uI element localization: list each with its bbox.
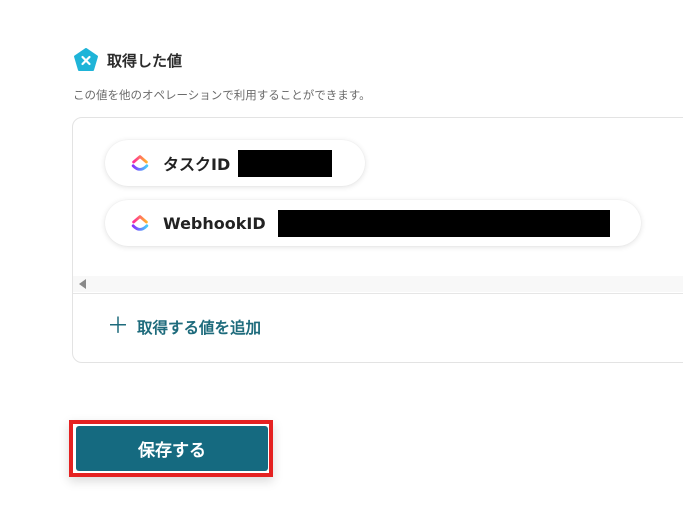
chip-label: WebhookID <box>163 213 266 233</box>
redacted-value <box>238 149 333 177</box>
save-button[interactable]: 保存する <box>76 426 268 471</box>
section-header: 取得した値 <box>73 47 182 73</box>
section-description: この値を他のオペレーションで利用することができます。 <box>73 88 371 102</box>
scroll-left-arrow-icon[interactable] <box>79 279 86 289</box>
obtained-values-panel: タスクID WebhookID ＋ 取得する値を追加 <box>72 117 683 363</box>
divider <box>73 293 683 294</box>
add-value-label: 取得する値を追加 <box>137 319 262 337</box>
clickup-logo-icon <box>131 215 149 231</box>
redacted-value <box>277 209 610 237</box>
section-title: 取得した値 <box>107 51 183 70</box>
pentagon-x-icon <box>74 48 98 71</box>
plus-icon: ＋ <box>107 314 130 339</box>
value-chip-task-id[interactable]: タスクID <box>105 140 365 186</box>
clickup-logo-icon <box>131 155 149 171</box>
value-chip-webhook-id[interactable]: WebhookID <box>105 200 641 246</box>
horizontal-scrollbar[interactable] <box>73 276 683 292</box>
add-value-button[interactable]: ＋ 取得する値を追加 <box>107 316 261 338</box>
chip-label: タスクID <box>163 155 231 174</box>
